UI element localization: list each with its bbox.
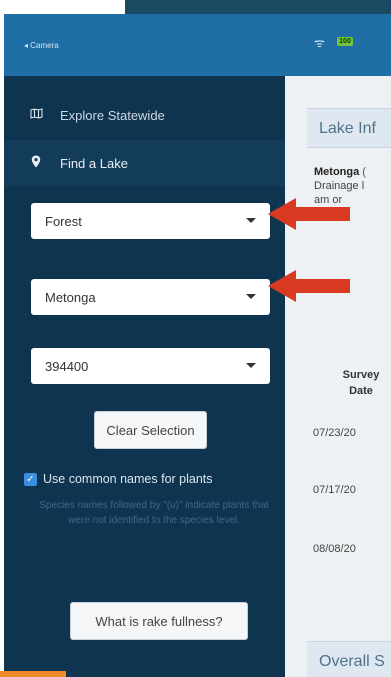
status-bar: ◂ Camera ᯤ 100: [4, 14, 391, 76]
nav-find-label: Find a Lake: [60, 155, 128, 171]
overall-header: Overall S: [307, 641, 391, 677]
nav-explore-label: Explore Statewide: [60, 107, 165, 123]
chevron-down-icon: [246, 218, 256, 223]
survey-date-header: Survey Date: [342, 369, 380, 397]
device-top-edge: [125, 0, 391, 14]
drainage-text: Drainage l: [314, 180, 365, 192]
map-icon: [26, 108, 46, 122]
checkbox-checked-icon[interactable]: ✓: [24, 472, 37, 486]
wbic-select-value: 394400: [45, 358, 89, 374]
chevron-down-icon: [246, 363, 256, 368]
survey-date: 08/08/20: [313, 543, 356, 555]
main-content: Lake Inf Metonga ( Drainage l am or Surv…: [285, 76, 391, 677]
lake-name-suffix: (: [362, 166, 366, 178]
red-arrow-icon: [268, 198, 350, 230]
species-note: Species names followed by "(u)" indicate…: [39, 500, 269, 526]
app-frame: ◂ Camera ᯤ 100 Explore Statewide Find a …: [4, 14, 391, 677]
lake-name-text: Metonga: [314, 166, 360, 178]
chevron-down-icon: [246, 294, 256, 299]
county-select[interactable]: Forest: [31, 203, 270, 239]
clear-selection-button[interactable]: Clear Selection: [94, 411, 207, 449]
top-white-margin: [0, 0, 125, 14]
back-to-camera-link[interactable]: ◂ Camera: [24, 41, 59, 50]
map-pin-icon: [26, 155, 46, 171]
survey-date: 07/23/20: [313, 427, 356, 439]
bottom-accent-strip: [0, 671, 66, 677]
survey-date: 07/17/20: [313, 484, 356, 496]
rake-fullness-button[interactable]: What is rake fullness?: [70, 602, 248, 640]
common-names-label: Use common names for plants: [43, 472, 213, 486]
nav-find-a-lake[interactable]: Find a Lake: [4, 140, 285, 186]
common-names-checkbox-row[interactable]: ✓ Use common names for plants: [24, 472, 213, 486]
nav-explore-statewide[interactable]: Explore Statewide: [4, 92, 285, 138]
lake-name: Metonga (: [314, 166, 366, 178]
wbic-select[interactable]: 394400: [31, 348, 270, 384]
lake-select[interactable]: Metonga: [31, 279, 270, 315]
battery-icon: 100: [337, 37, 353, 46]
lake-select-value: Metonga: [45, 289, 96, 305]
red-arrow-icon: [268, 270, 350, 302]
lake-info-header: Lake Inf: [307, 108, 391, 148]
county-select-value: Forest: [45, 213, 82, 229]
sidebar: Explore Statewide Find a Lake Forest Met…: [4, 76, 285, 677]
wifi-icon: ᯤ: [314, 36, 325, 50]
